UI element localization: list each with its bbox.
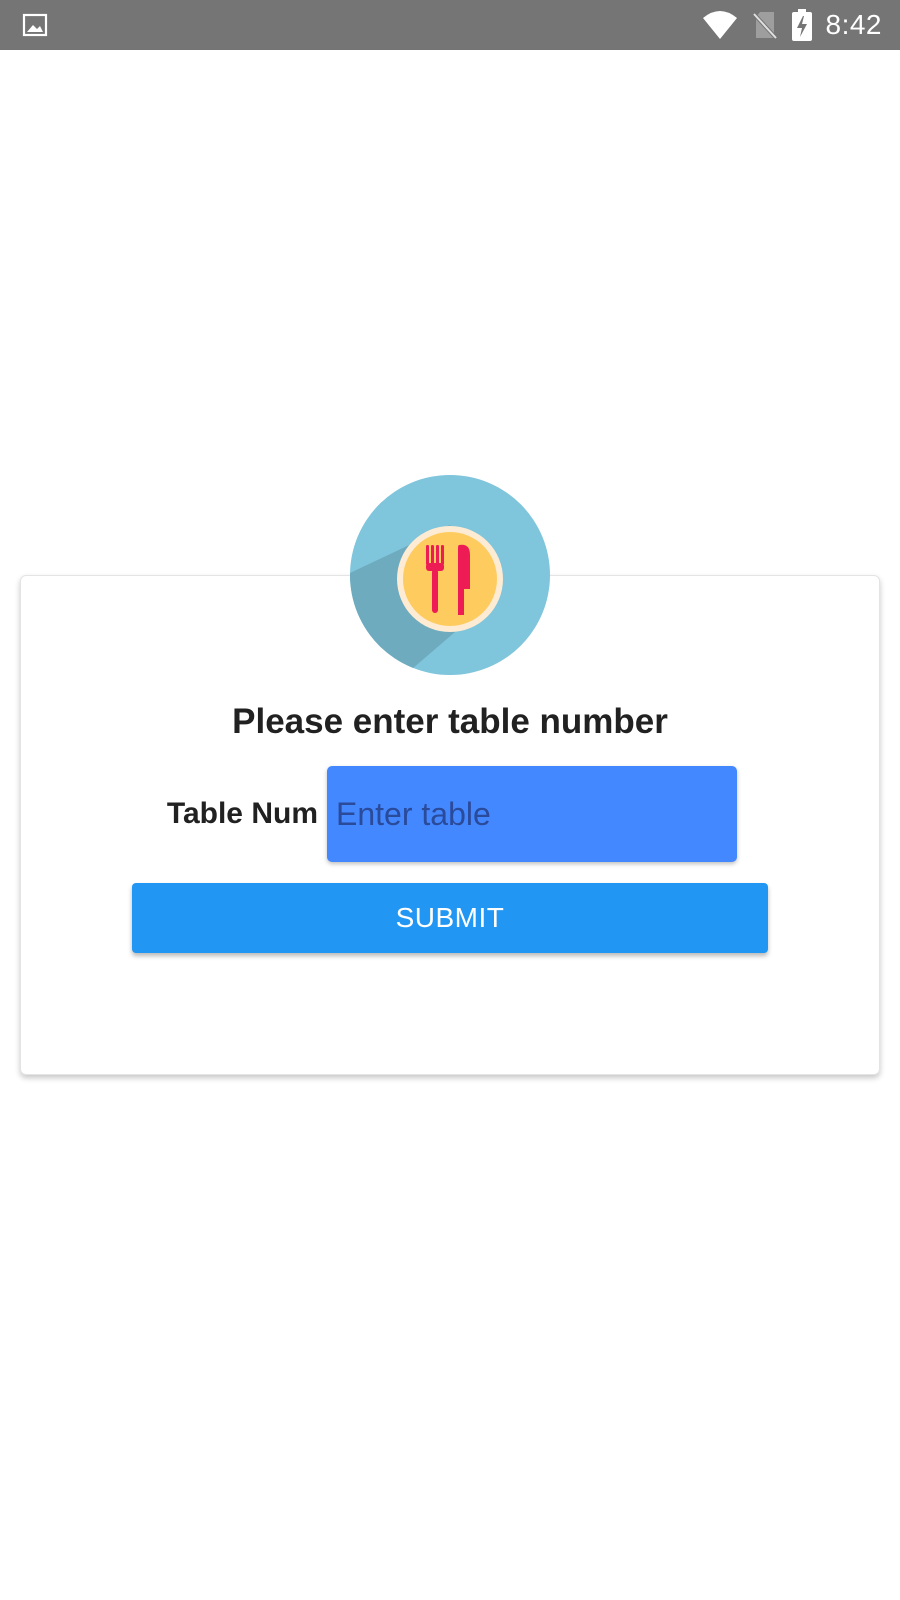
image-notification-icon [22,12,48,38]
submit-button[interactable]: SUBMIT [132,883,768,953]
wifi-icon [702,10,738,40]
no-sim-icon [752,10,778,40]
status-bar: 8:42 [0,0,900,50]
status-time: 8:42 [825,9,882,40]
table-num-label: Table Num [166,797,318,830]
page-title: Please enter table number [232,702,668,741]
restaurant-cutlery-icon [350,475,550,675]
table-number-input[interactable] [327,766,737,862]
battery-charging-icon [791,9,812,41]
